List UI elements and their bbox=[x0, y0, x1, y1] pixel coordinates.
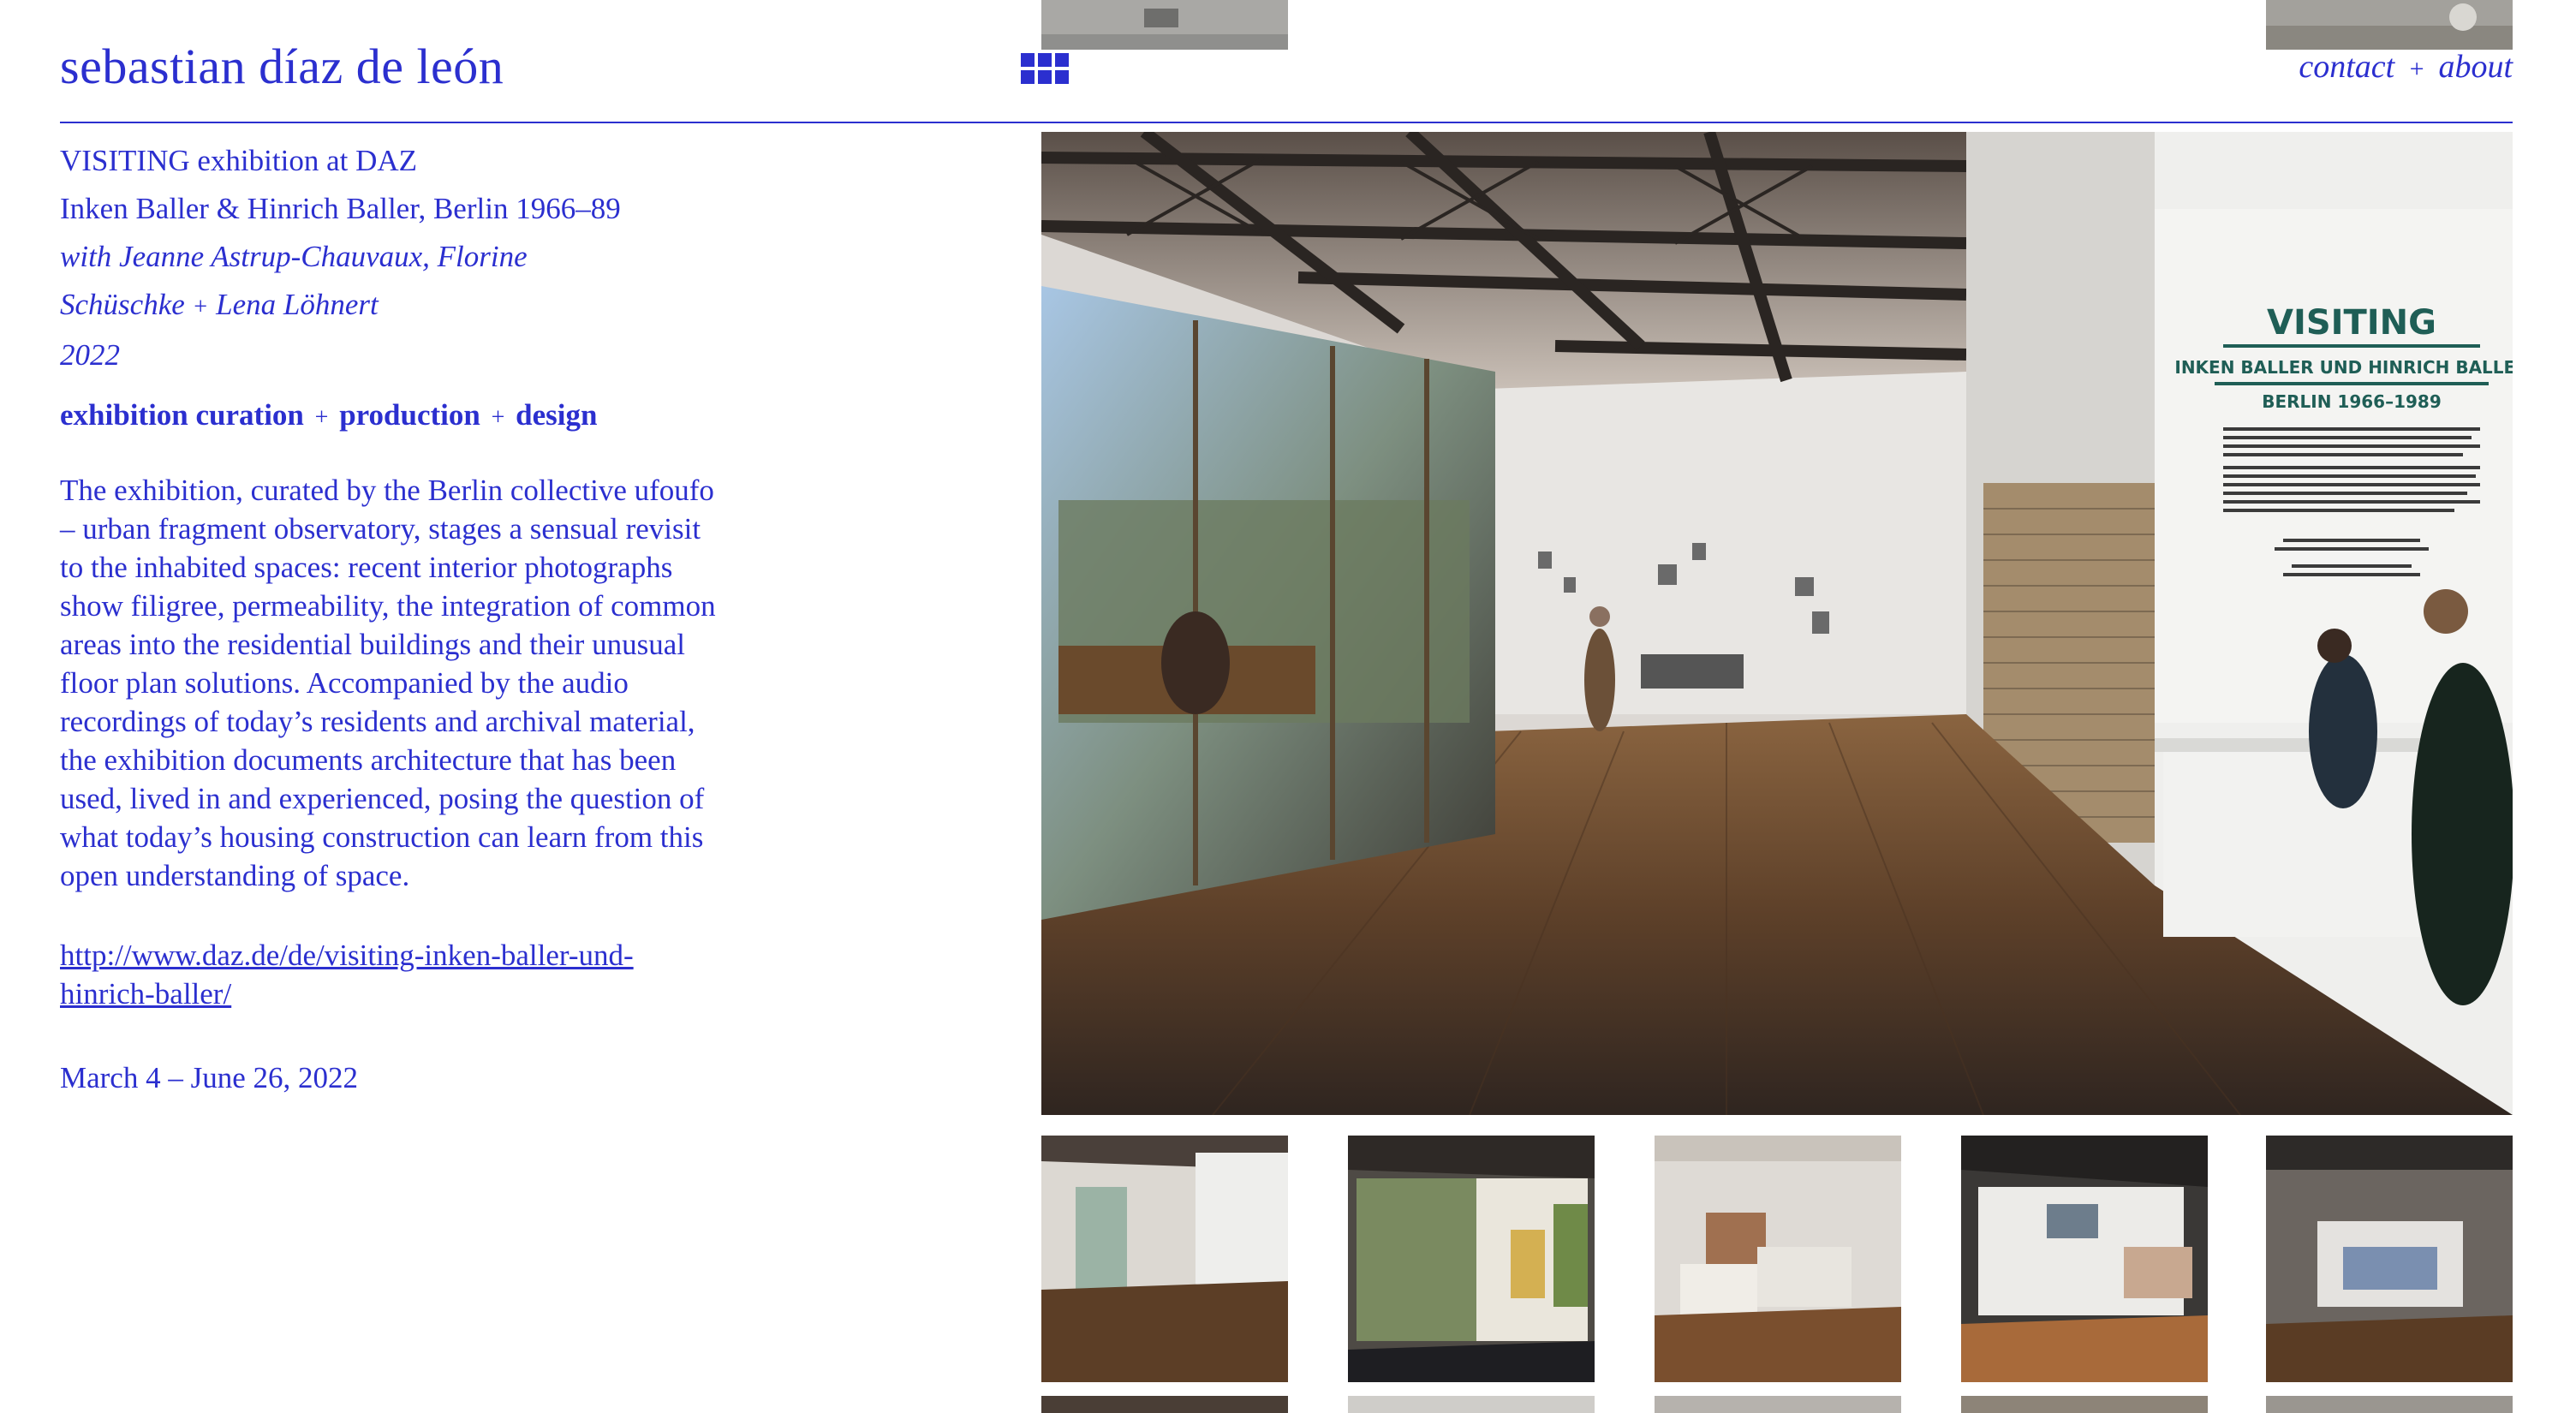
about-link[interactable]: about bbox=[2438, 49, 2513, 85]
header-divider bbox=[60, 122, 2513, 123]
project-info: VISITING exhibition at DAZ Inken Baller … bbox=[60, 137, 728, 1102]
gallery-thumbnail[interactable] bbox=[1348, 1396, 1595, 1413]
gallery-thumbnail[interactable] bbox=[1348, 1136, 1595, 1382]
role-production: production bbox=[339, 398, 480, 432]
project-title: VISITING exhibition at DAZ bbox=[60, 144, 418, 177]
role-design: design bbox=[516, 398, 598, 432]
contact-link[interactable]: contact bbox=[2299, 49, 2394, 85]
project-credits-line2: Schüschke + Lena Löhnert bbox=[60, 288, 379, 321]
project-year: 2022 bbox=[60, 338, 120, 372]
gallery-thumbnail[interactable] bbox=[1655, 1136, 1901, 1382]
grid-view-icon[interactable] bbox=[1021, 53, 1069, 84]
gallery-thumbnail[interactable] bbox=[2266, 1136, 2513, 1382]
main-exhibition-photo[interactable]: VISITING INKEN BALLER UND HINRICH BALLER… bbox=[1041, 132, 2513, 1115]
nav-separator: + bbox=[2407, 55, 2425, 83]
gallery-thumbnail[interactable] bbox=[2266, 0, 2513, 50]
role-curation: exhibition curation bbox=[60, 398, 304, 432]
gallery-thumbnail[interactable] bbox=[1655, 1396, 1901, 1413]
project-subtitle: Inken Baller & Hinrich Baller, Berlin 19… bbox=[60, 192, 621, 225]
project-credits-line1: with Jeanne Astrup-Chauvaux, Florine bbox=[60, 240, 528, 273]
gallery-thumbnail[interactable] bbox=[1961, 1396, 2208, 1413]
project-roles: exhibition curation + production + desig… bbox=[60, 398, 598, 432]
project-dates: March 4 – June 26, 2022 bbox=[60, 1061, 359, 1094]
site-title[interactable]: sebastian díaz de león bbox=[60, 38, 504, 95]
gallery-thumbnail[interactable] bbox=[1041, 0, 1288, 50]
svg-text:VISITING: VISITING bbox=[2267, 303, 2436, 343]
gallery-thumbnail[interactable] bbox=[2266, 1396, 2513, 1413]
gallery-thumbnail[interactable] bbox=[1041, 1136, 1288, 1382]
header-nav: contact + about bbox=[2299, 48, 2513, 86]
project-description: The exhibition, curated by the Berlin co… bbox=[60, 474, 716, 892]
gallery-thumbnail[interactable] bbox=[1041, 1396, 1288, 1413]
svg-text:INKEN BALLER UND HINRICH BALLE: INKEN BALLER UND HINRICH BALLER bbox=[2174, 357, 2513, 378]
gallery-thumbnail[interactable] bbox=[1961, 1136, 2208, 1382]
project-link[interactable]: http://www.daz.de/de/visiting-inken-ball… bbox=[60, 936, 728, 1013]
svg-text:BERLIN 1966–1989: BERLIN 1966–1989 bbox=[2262, 391, 2442, 412]
